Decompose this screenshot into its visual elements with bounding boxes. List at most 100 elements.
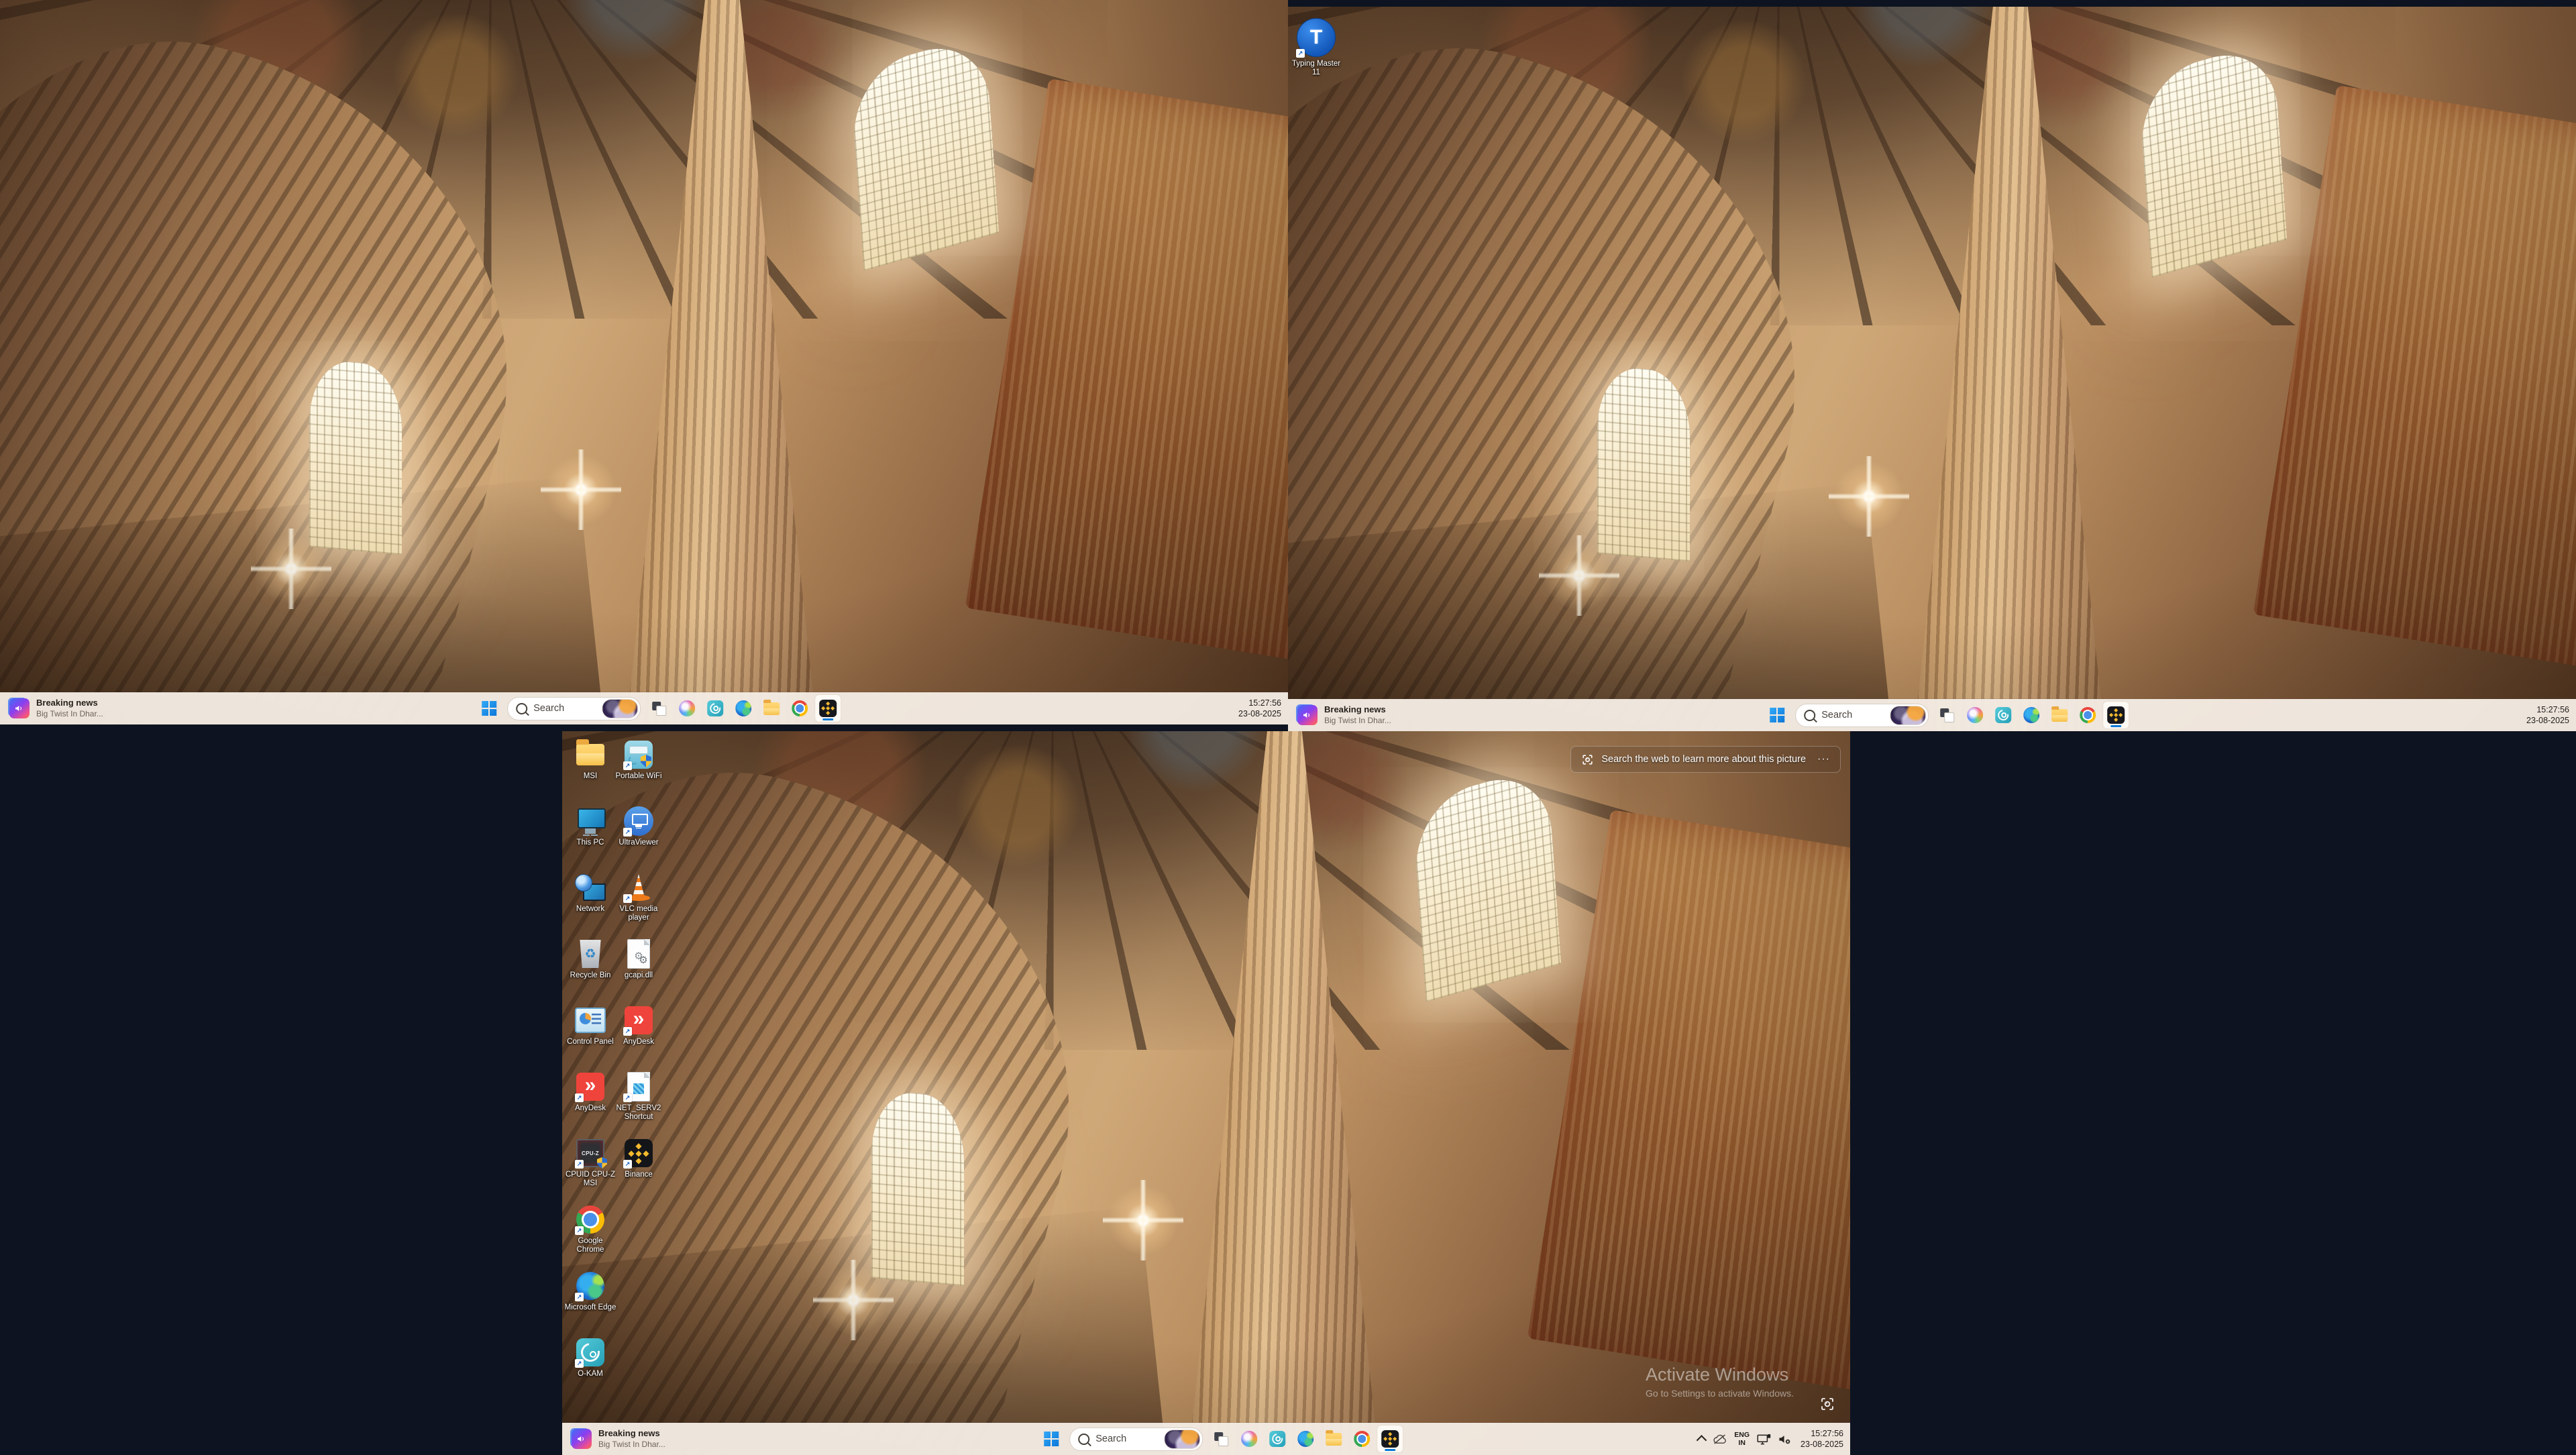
widgets-button[interactable]: Breaking newsBig Twist In Dhar...: [572, 1423, 665, 1455]
shortcut-arrow-icon: [575, 1093, 584, 1102]
desktop-icon-control-panel[interactable]: Control Panel: [566, 1002, 614, 1069]
taskbar-app-task-view[interactable]: [1208, 1425, 1234, 1452]
widget-subtitle: Big Twist In Dhar...: [1324, 716, 1391, 726]
ethernet-network-icon[interactable]: [1757, 1434, 1771, 1445]
desktop-icon-label: Binance: [612, 1171, 665, 1179]
desktop-icon-image: [623, 1005, 654, 1036]
desktop-icon-label: gcapi.dll: [612, 971, 665, 980]
desktop-icon-label: This PC: [564, 839, 616, 847]
copilot-icon: [1967, 707, 1983, 723]
taskbar-app-explorer[interactable]: [2047, 702, 2072, 729]
widget-title: Breaking news: [36, 698, 103, 708]
taskbar-app-okam[interactable]: [702, 695, 728, 722]
taskbar-app-task-view[interactable]: [646, 695, 672, 722]
binance-icon: [819, 700, 837, 717]
desktop-icon-this-pc[interactable]: This PC: [566, 803, 614, 869]
shortcut-arrow-icon: [623, 828, 632, 837]
clock-time: 15:27:56: [2536, 704, 2569, 715]
desktop-icon-binance[interactable]: Binance: [614, 1135, 663, 1201]
taskbar-app-okam[interactable]: [1990, 702, 2016, 729]
taskbar-app-okam[interactable]: [1265, 1425, 1290, 1452]
desktop-icon-o-kam[interactable]: O-KAM: [566, 1334, 614, 1401]
taskbar-clock[interactable]: 15:27:5623-08-2025: [2526, 704, 2569, 726]
onedrive-cloud-off-icon[interactable]: [1713, 1434, 1727, 1444]
cathedral-wallpaper: [1288, 7, 2576, 731]
desktop-icon-typing-master-11[interactable]: Typing Master 11: [1292, 15, 1340, 77]
shortcut-arrow-icon: [623, 894, 632, 903]
taskbar-center-group: Search: [476, 692, 841, 724]
spotlight-corner-icon[interactable]: [1819, 1396, 1835, 1412]
taskbar-center-group: Search: [1038, 1423, 1403, 1455]
widget-text: Breaking newsBig Twist In Dhar...: [36, 698, 103, 718]
taskbar-app-copilot[interactable]: [1236, 1425, 1262, 1452]
taskbar-app-binance[interactable]: [2103, 702, 2129, 729]
desktop-icon-network[interactable]: Network: [566, 869, 614, 936]
search-input[interactable]: Search: [1069, 1427, 1203, 1451]
explorer-icon: [763, 702, 780, 715]
taskbar-app-edge[interactable]: [2019, 702, 2044, 729]
taskbar-app-chrome[interactable]: [787, 695, 812, 722]
shortcut-arrow-icon: [575, 1293, 584, 1301]
spotlight-more-button[interactable]: ···: [1817, 753, 1830, 765]
shortcut-arrow-icon: [575, 1359, 584, 1368]
wallpaper-vignette: [1288, 7, 2576, 731]
desktop-icon-google-chrome[interactable]: Google Chrome: [566, 1201, 614, 1268]
desktop-icon-recycle-bin[interactable]: Recycle Bin: [566, 936, 614, 1002]
desktop-icon-microsoft-edge[interactable]: Microsoft Edge: [566, 1268, 614, 1334]
taskbar-clock[interactable]: 15:27:5623-08-2025: [1238, 698, 1281, 720]
start-button[interactable]: [476, 695, 502, 722]
taskbar-center-group: Search: [1764, 699, 2129, 731]
bing-daily-image-thumbnail: [1164, 1430, 1200, 1449]
desktop-icon-label: Typing Master 11: [1290, 60, 1342, 77]
taskbar-app-binance[interactable]: [1377, 1425, 1403, 1452]
widgets-button[interactable]: Breaking newsBig Twist In Dhar...: [1297, 699, 1391, 731]
desktop-icon-image: [623, 739, 654, 770]
explorer-icon: [1326, 1433, 1342, 1446]
taskbar-app-explorer[interactable]: [1321, 1425, 1346, 1452]
language-indicator[interactable]: ENGIN: [1734, 1431, 1750, 1447]
desktop-icon-anydesk[interactable]: AnyDesk: [614, 1002, 663, 1069]
search-input[interactable]: Search: [507, 697, 641, 720]
taskbar-app-explorer[interactable]: [759, 695, 784, 722]
copilot-icon: [679, 700, 695, 716]
search-input[interactable]: Search: [1795, 704, 1929, 727]
shortcut-arrow-icon: [623, 761, 632, 770]
shortcut-arrow-icon: [1296, 49, 1305, 58]
desktop-icon-portable-wifi[interactable]: Portable WiFi: [614, 737, 663, 803]
windows-start-logo-icon: [1044, 1432, 1059, 1446]
okam-icon: [707, 700, 723, 716]
chevron-up-icon[interactable]: [1697, 1435, 1707, 1446]
taskbar-app-chrome[interactable]: [1349, 1425, 1375, 1452]
desktop-icon-gcapi-dll[interactable]: gcapi.dll: [614, 936, 663, 1002]
start-button[interactable]: [1038, 1425, 1064, 1452]
explorer-icon: [2051, 709, 2068, 722]
edge-icon: [1297, 1431, 1313, 1447]
widgets-button[interactable]: Breaking newsBig Twist In Dhar...: [9, 692, 103, 724]
chrome-icon: [792, 700, 808, 716]
taskbar-app-copilot[interactable]: [1962, 702, 1988, 729]
start-button[interactable]: [1764, 702, 1790, 729]
desktop-icon-ultraviewer[interactable]: UltraViewer: [614, 803, 663, 869]
taskbar-app-binance[interactable]: [815, 695, 841, 722]
task-view-icon: [1940, 708, 1954, 722]
taskbar-clock[interactable]: 15:27:5623-08-2025: [1801, 1428, 1843, 1450]
volume-muted-icon[interactable]: [1778, 1434, 1791, 1444]
windows-start-logo-icon: [482, 701, 496, 716]
desktop-icon-anydesk[interactable]: AnyDesk: [566, 1069, 614, 1135]
search-icon: [1078, 1434, 1089, 1445]
desktop-icon-msi[interactable]: MSI: [566, 737, 614, 803]
widget-text: Breaking newsBig Twist In Dhar...: [1324, 704, 1391, 725]
taskbar-app-edge[interactable]: [1293, 1425, 1318, 1452]
taskbar-app-copilot[interactable]: [674, 695, 700, 722]
desktop-icon-vlc-media-player[interactable]: VLC media player: [614, 869, 663, 936]
taskbar-app-task-view[interactable]: [1934, 702, 1960, 729]
taskbar-app-chrome[interactable]: [2075, 702, 2100, 729]
taskbar-app-edge[interactable]: [731, 695, 756, 722]
network-icon: [575, 874, 606, 901]
shortcut-arrow-icon: [623, 1027, 632, 1036]
widget-subtitle: Big Twist In Dhar...: [598, 1440, 665, 1450]
desktop-icon-cpuid-cpu-z-msi[interactable]: CPUID CPU-Z MSI: [566, 1135, 614, 1201]
spotlight-learn-more-button[interactable]: Search the web to learn more about this …: [1570, 746, 1841, 773]
thispc-icon: [576, 808, 604, 834]
desktop-icon-net-serv2-shortcut[interactable]: NET_SERV2 Shortcut: [614, 1069, 663, 1135]
